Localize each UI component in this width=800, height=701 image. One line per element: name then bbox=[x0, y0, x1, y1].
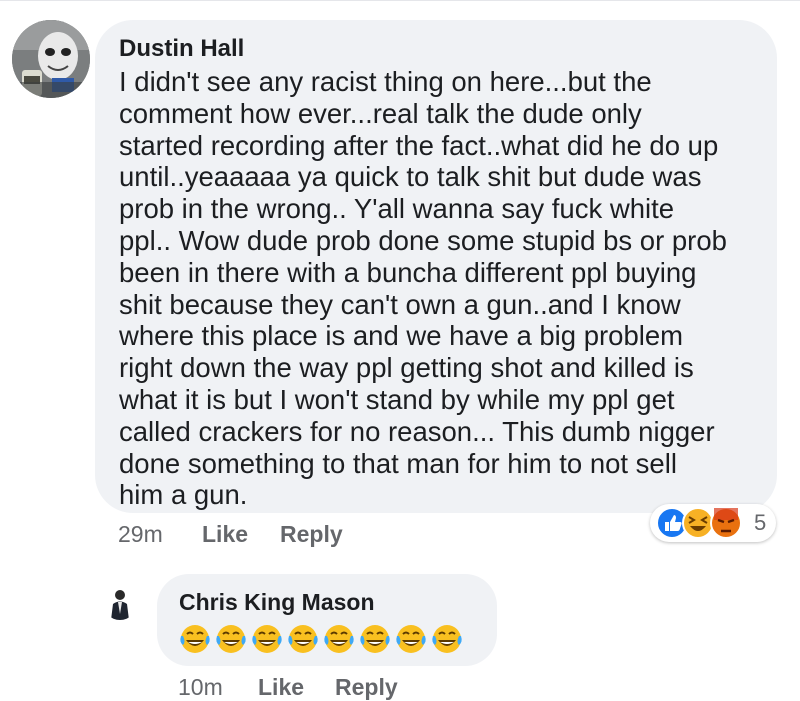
comment-bubble: Chris King Mason bbox=[157, 574, 497, 666]
laughing-tears-icon bbox=[323, 624, 355, 654]
laughing-tears-icon bbox=[215, 624, 247, 654]
haha-icon bbox=[682, 507, 714, 539]
like-button[interactable]: Like bbox=[202, 521, 248, 548]
reaction-count: 5 bbox=[754, 510, 767, 535]
reply-button[interactable]: Reply bbox=[335, 674, 398, 701]
avatar[interactable] bbox=[103, 586, 137, 620]
reaction-summary[interactable]: 5 bbox=[650, 504, 776, 542]
profile-photo-icon bbox=[12, 20, 90, 98]
top-divider bbox=[0, 0, 800, 1]
comment-text: I didn't see any racist thing on here...… bbox=[119, 66, 727, 511]
angry-icon bbox=[710, 507, 742, 539]
comment-timestamp[interactable]: 29m bbox=[118, 521, 163, 548]
comment-bubble: Dustin Hall I didn't see any racist thin… bbox=[95, 20, 777, 513]
reply-button[interactable]: Reply bbox=[280, 521, 343, 548]
laughing-tears-icon bbox=[431, 624, 463, 654]
emoji-message bbox=[179, 624, 463, 654]
laughing-tears-icon bbox=[179, 624, 211, 654]
laughing-tears-icon bbox=[395, 624, 427, 654]
profile-photo-icon bbox=[103, 586, 137, 620]
comment-author[interactable]: Chris King Mason bbox=[179, 588, 477, 616]
laughing-tears-icon bbox=[251, 624, 283, 654]
comment-author[interactable]: Dustin Hall bbox=[119, 34, 757, 64]
laughing-tears-icon bbox=[287, 624, 319, 654]
laughing-tears-icon bbox=[359, 624, 391, 654]
avatar[interactable] bbox=[12, 20, 90, 98]
comment-timestamp[interactable]: 10m bbox=[178, 674, 223, 701]
like-button[interactable]: Like bbox=[258, 674, 304, 701]
